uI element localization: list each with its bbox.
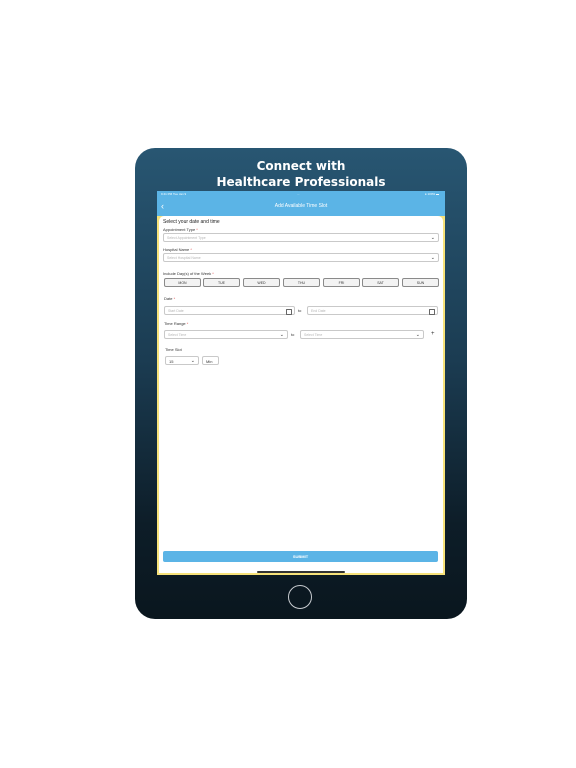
chevron-down-icon: ⌄ [415, 332, 420, 338]
required-marker: * [212, 271, 214, 276]
hospital-name-select[interactable]: Select Hospital Name ⌄ [163, 253, 439, 262]
day-tue-button[interactable]: TUE [203, 278, 240, 287]
day-fri-button[interactable]: FRI [323, 278, 360, 287]
time-slot-value: 15 [169, 359, 174, 364]
chevron-down-icon: ⌄ [430, 235, 435, 241]
time-slot-select[interactable]: 15 ⌄ [165, 356, 199, 365]
day-sat-button[interactable]: SAT [362, 278, 399, 287]
end-date-placeholder: End Date [311, 309, 326, 313]
day-thu-button[interactable]: THU [283, 278, 320, 287]
add-time-range-button[interactable]: + [431, 331, 435, 337]
form-heading: Select your date and time [163, 219, 220, 225]
battery-icon: ● 100% ▬ [424, 192, 439, 196]
days-label-text: Include Day(s) of the Week [163, 271, 212, 276]
promo-line-1: Connect with [256, 159, 346, 173]
end-date-input[interactable]: End Date [307, 306, 438, 315]
chevron-down-icon: ⌄ [430, 255, 435, 261]
calendar-icon [429, 308, 435, 315]
start-date-input[interactable]: Start Date [164, 306, 295, 315]
date-label: Date * [164, 296, 175, 301]
end-time-placeholder: Select Time [304, 333, 323, 337]
time-slot-unit-text: Min [206, 359, 213, 364]
hospital-name-label-text: Hospital Name [163, 247, 190, 252]
appointment-type-label-text: Appointment Type [163, 227, 196, 232]
time-range-label: Time Range * [164, 321, 188, 326]
app-screen: 9:41 PM Tue Jan 9 ... ● 100% ▬ ‹ Add Ava… [157, 191, 445, 575]
required-marker: * [173, 296, 176, 301]
date-label-text: Date [164, 296, 173, 301]
promo-line-2: Healthcare Professionals [216, 175, 386, 189]
required-marker: * [196, 227, 198, 232]
submit-button[interactable]: SUBMIT [163, 551, 438, 562]
hospital-name-label: Hospital Name * [163, 247, 192, 252]
required-marker: * [190, 247, 192, 252]
time-to-label: to [291, 332, 295, 337]
days-label: Include Day(s) of the Week * [163, 271, 214, 276]
day-wed-button[interactable]: WED [243, 278, 280, 287]
home-button [288, 585, 312, 609]
start-time-select[interactable]: Select Time ⌄ [164, 330, 288, 339]
chevron-down-icon: ⌄ [190, 358, 195, 364]
date-to-label: to [298, 308, 302, 313]
status-bar: 9:41 PM Tue Jan 9 ... ● 100% ▬ [157, 191, 445, 198]
home-indicator [257, 571, 345, 573]
calendar-icon [286, 308, 292, 315]
time-slot-unit: Min [202, 356, 219, 365]
day-mon-button[interactable]: MON [164, 278, 201, 287]
end-time-select[interactable]: Select Time ⌄ [300, 330, 424, 339]
appointment-type-label: Appointment Type * [163, 227, 198, 232]
hospital-name-placeholder: Select Hospital Name [167, 256, 201, 260]
nav-bar: ‹ Add Available Time Slot [157, 198, 445, 216]
promo-headline: Connect with Healthcare Professionals [135, 158, 467, 190]
appointment-type-placeholder: Select Appointment Type [167, 236, 206, 240]
start-date-placeholder: Start Date [168, 309, 184, 313]
status-dots: ... [297, 192, 300, 196]
page-title: Add Available Time Slot [274, 203, 328, 209]
status-time: 9:41 PM Tue Jan 9 [161, 192, 187, 196]
day-sun-button[interactable]: SUN [402, 278, 439, 287]
time-range-label-text: Time Range [164, 321, 186, 326]
required-marker: * [186, 321, 189, 326]
time-slot-label: Time Slot [165, 347, 182, 352]
appointment-type-select[interactable]: Select Appointment Type ⌄ [163, 233, 439, 242]
start-time-placeholder: Select Time [168, 333, 187, 337]
chevron-down-icon: ⌄ [279, 332, 284, 338]
form-sheet: Select your date and time Appointment Ty… [159, 216, 443, 573]
